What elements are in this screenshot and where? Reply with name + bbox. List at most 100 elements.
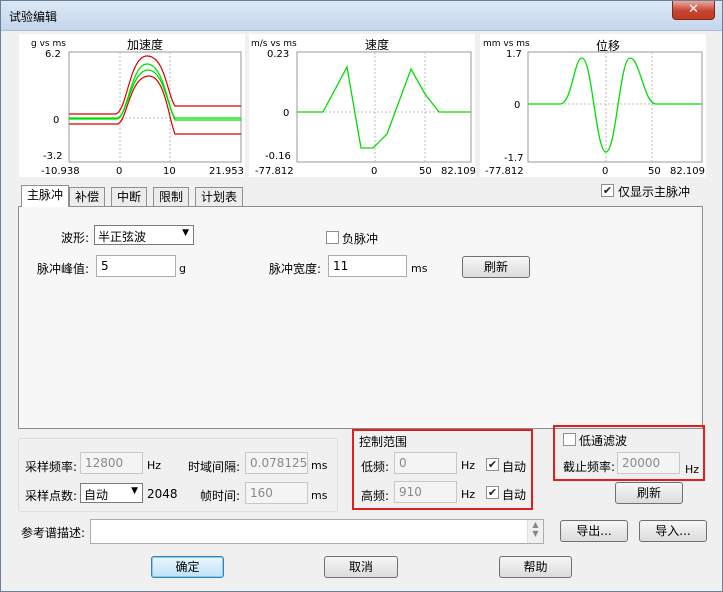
high-freq-label: 高频: [361, 489, 390, 503]
accel-xtick-min: -10.938 [41, 166, 80, 177]
displacement-trace-line [528, 57, 702, 153]
displacement-title: 位移 [596, 38, 620, 53]
tab-schedule[interactable]: 计划表 [195, 187, 244, 206]
negative-pulse-checkbox[interactable] [326, 231, 339, 244]
sample-points-value: 2048 [147, 487, 178, 501]
velocity-title: 速度 [365, 37, 389, 52]
lowpass-checkbox[interactable] [563, 433, 576, 446]
accel-ytick-bottom: -3.2 [43, 151, 63, 162]
sample-rate-input[interactable]: 12800 [80, 452, 143, 474]
displacement-xtick-min: -77.812 [485, 166, 524, 177]
velocity-trace-line [297, 65, 471, 149]
tab-compensation[interactable]: 补偿 [69, 187, 106, 206]
low-freq-auto-label: 自动 [502, 460, 527, 474]
waveform-label: 波形: [61, 231, 90, 245]
displacement-ytick-zero: 0 [514, 100, 520, 111]
accel-xtick-zero: 0 [116, 166, 122, 177]
tab-main-pulse[interactable]: 主脉冲 [21, 185, 70, 207]
time-interval-input[interactable]: 0.078125 [245, 452, 308, 474]
reference-description-label: 参考谱描述: [21, 526, 86, 540]
displacement-ytick-bottom: -1.7 [504, 153, 524, 164]
accel-ytick-top: 6.2 [45, 49, 61, 60]
velocity-xtick-50: 50 [419, 166, 432, 177]
sample-points-select-value: 自动 [84, 488, 109, 502]
pulse-peak-unit: g [179, 262, 186, 275]
frame-time-input[interactable]: 160 [245, 482, 308, 504]
control-range-title: 控制范围 [359, 435, 408, 449]
high-freq-auto-label: 自动 [502, 488, 527, 502]
velocity-xtick-min: -77.812 [255, 166, 294, 177]
velocity-plot-frame [296, 51, 472, 163]
displacement-xtick-50: 50 [648, 166, 661, 177]
low-freq-auto-checkbox[interactable]: ✔ [486, 458, 499, 471]
close-button[interactable]: ✕ [672, 1, 715, 20]
waveform-value: 半正弦波 [98, 230, 147, 244]
velocity-ytick-zero: 0 [283, 108, 289, 119]
help-button[interactable]: 帮助 [499, 556, 572, 578]
displacement-chart: mm vs ms 位移 1.7 0 -1.7 -77.812 0 50 82.1… [480, 34, 706, 177]
frame-time-unit: ms [311, 489, 328, 502]
window-title: 试验编辑 [9, 10, 58, 24]
acceleration-chart: g vs ms 加速度 6.2 0 -3.2 -10.938 0 10 21.9… [19, 34, 245, 177]
accel-lower-limit-line [69, 75, 241, 135]
high-freq-input[interactable]: 910 [394, 481, 457, 503]
velocity-ytick-top: 0.23 [267, 49, 289, 60]
tab-interrupt[interactable]: 中断 [111, 187, 148, 206]
high-freq-unit: Hz [461, 488, 476, 501]
import-button[interactable]: 导入... [639, 520, 707, 542]
accel-units: g vs ms [31, 39, 66, 49]
reference-description-input[interactable]: ▲ ▼ [90, 519, 544, 544]
pulse-peak-input[interactable]: 5 [96, 255, 176, 277]
title-bar[interactable]: 试验编辑 ✕ [1, 1, 722, 31]
sample-rate-label: 采样频率: [25, 460, 78, 474]
accel-ytick-zero: 0 [53, 115, 59, 126]
high-freq-auto-checkbox[interactable]: ✔ [486, 486, 499, 499]
dialog-window: 试验编辑 ✕ g vs ms 加速度 6.2 0 -3.2 -10.938 0 … [0, 0, 723, 592]
displacement-xtick-zero: 0 [602, 166, 608, 177]
velocity-xtick-max: 82.109 [441, 166, 475, 177]
sample-points-label: 采样点数: [25, 489, 78, 503]
tab-limits[interactable]: 限制 [153, 187, 190, 206]
pulse-peak-label: 脉冲峰值: [37, 262, 90, 276]
lowpass-title: 低通滤波 [579, 434, 628, 448]
sample-rate-unit: Hz [147, 459, 162, 472]
low-freq-label: 低频: [361, 460, 390, 474]
accel-upper-limit-line [69, 55, 241, 115]
negative-pulse-label: 负脉冲 [342, 232, 379, 246]
cancel-button[interactable]: 取消 [324, 556, 398, 578]
waveform-select[interactable]: 半正弦波 ▼ [94, 225, 194, 245]
accel-title: 加速度 [127, 37, 163, 52]
displacement-chart-svg: mm vs ms 位移 1.7 0 -1.7 -77.812 0 50 82.1… [483, 38, 705, 177]
cutoff-freq-unit: Hz [685, 463, 700, 476]
velocity-ytick-bottom: -0.16 [265, 151, 291, 162]
frame-time-label: 帧时间: [200, 489, 241, 503]
velocity-xtick-zero: 0 [371, 166, 377, 177]
cutoff-freq-label: 截止频率: [563, 460, 616, 474]
pulse-width-unit: ms [411, 262, 428, 275]
ok-button[interactable]: 确定 [151, 556, 224, 578]
refresh-pulse-button[interactable]: 刷新 [462, 256, 530, 278]
pulse-width-label: 脉冲宽度: [269, 262, 322, 276]
low-freq-unit: Hz [461, 459, 476, 472]
time-interval-label: 时域间隔: [188, 460, 241, 474]
acceleration-chart-svg: g vs ms 加速度 6.2 0 -3.2 -10.938 0 10 21.9… [31, 37, 244, 177]
velocity-chart: m/s vs ms 速度 0.23 0 -0.16 -77.812 0 50 8… [249, 34, 476, 177]
time-interval-unit: ms [311, 459, 328, 472]
accel-trace-line [69, 69, 241, 119]
export-button[interactable]: 导出... [560, 520, 628, 542]
reference-scrollbar[interactable]: ▲ ▼ [527, 520, 543, 543]
pulse-width-input[interactable]: 11 [328, 255, 407, 277]
accel-xtick-max: 21.953 [209, 166, 244, 177]
chevron-down-icon: ▼ [182, 228, 189, 238]
accel-xtick-10: 10 [163, 166, 176, 177]
sample-points-select[interactable]: 自动 ▼ [80, 483, 143, 503]
cutoff-freq-input[interactable]: 20000 [617, 452, 680, 474]
show-main-pulse-checkbox[interactable]: ✔ [601, 184, 614, 197]
show-main-pulse-label: 仅显示主脉冲 [618, 185, 691, 199]
refresh-filter-button[interactable]: 刷新 [615, 482, 683, 504]
low-freq-input[interactable]: 0 [394, 452, 457, 474]
velocity-chart-svg: m/s vs ms 速度 0.23 0 -0.16 -77.812 0 50 8… [251, 37, 476, 177]
chevron-down-icon: ▼ [131, 486, 138, 496]
velocity-units: m/s vs ms [251, 39, 297, 49]
displacement-xtick-max: 82.109 [670, 166, 705, 177]
